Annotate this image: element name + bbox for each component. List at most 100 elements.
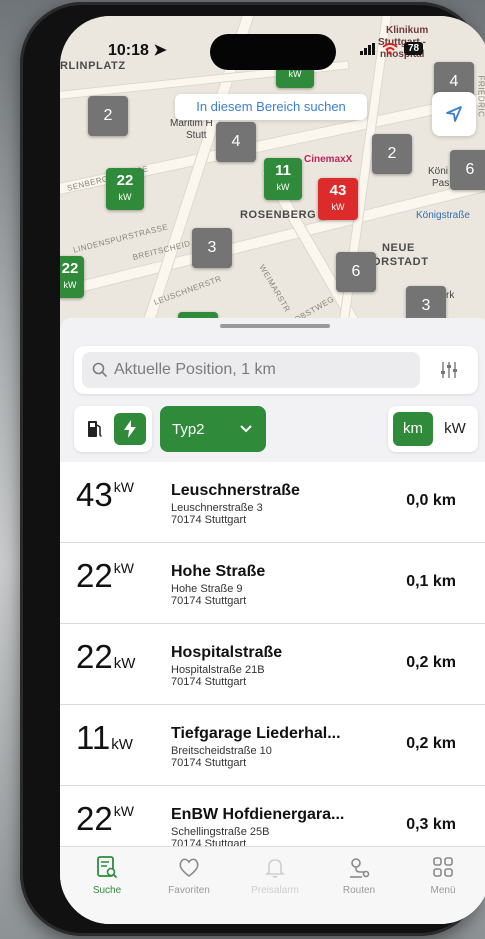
station-row[interactable]: 43kW Leuschnerstraße Leuschnerstraße 3 70… — [60, 462, 485, 543]
grid-icon — [433, 857, 453, 877]
route-icon — [350, 858, 370, 878]
search-field[interactable] — [82, 352, 420, 388]
location-arrow-icon — [446, 106, 462, 122]
search-input[interactable] — [114, 361, 414, 379]
tab-label: Suche — [92, 885, 122, 896]
station-power-unit: kW — [111, 736, 133, 753]
sort-toggle: km kW — [388, 406, 478, 452]
filter-settings-button[interactable] — [430, 352, 468, 388]
station-distance: 0,0 km — [406, 492, 456, 509]
station-marker[interactable]: 11 kW — [264, 158, 302, 200]
station-address: Hohe Straße 9 70174 Stuttgart — [171, 583, 246, 607]
plug-type-value: Typ2 — [172, 420, 205, 438]
marker-unit: kW — [276, 182, 290, 192]
search-bar — [74, 346, 478, 394]
station-street: Hohe Straße 9 — [171, 583, 243, 595]
station-distance: 0,2 km — [406, 654, 456, 671]
cluster-marker[interactable]: 4 — [216, 122, 256, 162]
station-city: 70174 Stuttgart — [171, 757, 247, 769]
station-power-unit: kW — [113, 560, 134, 576]
station-distance: 0,2 km — [406, 735, 456, 752]
station-row[interactable]: 22kW Hohe Straße Hohe Straße 9 70174 Stut… — [60, 543, 485, 624]
fuel-pump-icon — [88, 421, 102, 437]
location-arrow-icon: ➤ — [153, 42, 167, 59]
cluster-marker[interactable]: 6 — [450, 150, 485, 190]
station-marker[interactable]: 22 kW — [106, 168, 144, 210]
station-power-value: 43 — [76, 476, 113, 513]
poi-label: Pas — [432, 178, 450, 189]
station-city: 70174 Stuttgart — [171, 595, 247, 607]
app-screen: RLINPLATZ ROSENBERG NEUE ORSTADT Kliniku… — [60, 16, 485, 924]
tab-label: Menü — [430, 885, 456, 896]
tab-label: Favoriten — [168, 885, 210, 896]
station-power-value: 22 — [76, 800, 113, 837]
station-power: 22kW — [76, 800, 134, 838]
poi-label: Stutt — [186, 130, 207, 141]
area-label: ROSENBERG — [240, 209, 317, 221]
search-this-area-button[interactable]: In diesem Bereich suchen — [175, 94, 367, 120]
bell-icon — [265, 859, 285, 878]
tab-bar: Suche Favoriten Preisalarm Routen Menü — [60, 846, 485, 924]
station-power-unit: kW — [113, 803, 134, 819]
station-row[interactable]: 22kW EnBW Hofdienergara... Schellingstra… — [60, 786, 485, 846]
station-distance: 0,3 km — [406, 816, 456, 833]
marker-power: 43 — [329, 182, 347, 199]
battery-indicator: 78 — [404, 42, 424, 55]
sheet-grabber[interactable] — [220, 324, 330, 328]
marker-unit: kW — [118, 192, 132, 202]
lightning-icon — [124, 420, 136, 438]
tab-menu[interactable]: Menü — [408, 855, 478, 896]
sort-by-distance-button[interactable]: km — [393, 412, 433, 446]
station-address: Hospitalstraße 21B 70174 Stuttgart — [171, 664, 265, 688]
station-row[interactable]: 22kW Hospitalstraße Hospitalstraße 21B 70… — [60, 624, 485, 705]
station-distance: 0,1 km — [406, 573, 456, 590]
tab-favoriten[interactable]: Favoriten — [154, 855, 224, 896]
sort-by-power-button[interactable]: kW — [436, 412, 474, 446]
station-name: Hospitalstraße — [171, 644, 283, 661]
station-address: Schellingstraße 25B 70174 Stuttgart — [171, 826, 269, 846]
fuel-station-button[interactable] — [80, 413, 110, 445]
station-list[interactable]: 43kW Leuschnerstraße Leuschnerstraße 3 70… — [60, 462, 485, 846]
station-marker[interactable]: 22 kW — [60, 256, 84, 298]
station-city: 70174 Stuttgart — [171, 838, 247, 846]
cluster-marker[interactable]: 6 — [336, 252, 376, 292]
plug-type-dropdown[interactable]: Typ2 — [160, 406, 266, 452]
tab-suche[interactable]: Suche — [72, 855, 142, 896]
station-power-value: 22 — [76, 557, 113, 594]
poi-label: CinemaxX — [304, 154, 353, 165]
poi-label: rk — [446, 290, 455, 301]
street-label: WEIMARSTR — [257, 263, 292, 314]
area-label: NEUE — [382, 242, 415, 254]
station-power-value: 11 — [76, 719, 111, 756]
marker-power: 22 — [61, 260, 79, 277]
dynamic-island — [210, 34, 336, 70]
marker-power: 22 — [116, 172, 134, 189]
cluster-marker[interactable]: 3 — [192, 228, 232, 268]
tab-routen[interactable]: Routen — [324, 855, 394, 896]
station-power: 11kW — [76, 719, 133, 757]
tab-label: Preisalarm — [251, 885, 299, 896]
tab-preisalarm[interactable]: Preisalarm — [240, 855, 310, 896]
station-street: Breitscheidstraße 10 — [171, 745, 272, 757]
cluster-marker[interactable]: 2 — [88, 96, 128, 136]
marker-unit: kW — [331, 202, 345, 212]
station-power: 22kW — [76, 557, 134, 595]
area-label: ORSTADT — [372, 256, 429, 268]
search-list-icon — [97, 856, 118, 879]
station-address: Leuschnerstraße 3 70174 Stuttgart — [171, 502, 263, 526]
station-name: Tiefgarage Liederhal... — [171, 725, 341, 742]
electric-charging-button[interactable] — [114, 413, 146, 445]
status-time: 10:18 ➤ — [108, 40, 167, 60]
locate-button[interactable] — [432, 92, 476, 136]
station-street: Leuschnerstraße 3 — [171, 502, 263, 514]
station-city: 70174 Stuttgart — [171, 514, 247, 526]
marker-unit: kW — [63, 280, 77, 290]
station-name: Hohe Straße — [171, 563, 266, 580]
station-name: Leuschnerstraße — [171, 482, 300, 499]
poi-label: Königstraße — [416, 210, 470, 221]
station-power-value: 22 — [76, 638, 113, 675]
station-row[interactable]: 11kW Tiefgarage Liederhal... Breitscheid… — [60, 705, 485, 786]
cluster-marker[interactable]: 2 — [372, 134, 412, 174]
station-marker-selected[interactable]: 43 kW — [318, 178, 358, 220]
poi-label: Köni — [428, 166, 449, 177]
